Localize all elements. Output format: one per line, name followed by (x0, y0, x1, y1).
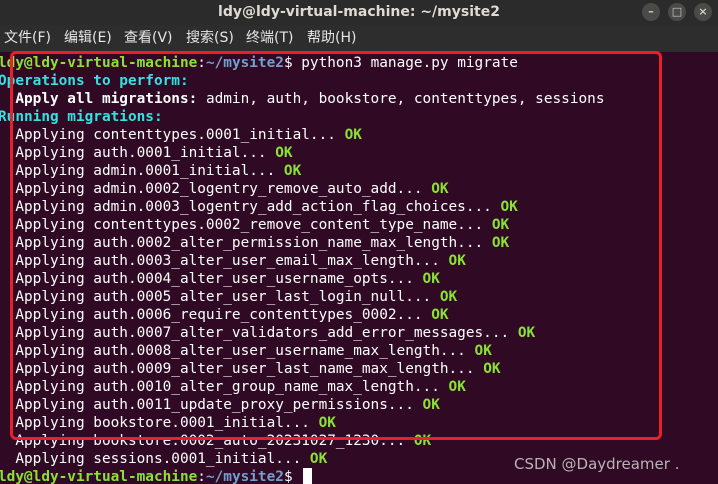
migration-text: Applying admin.0002_logentry_remove_auto… (0, 181, 423, 197)
migration-line: Applying auth.0005_alter_user_last_login… (0, 288, 457, 306)
menu-terminal[interactable]: 终端(T) (246, 25, 293, 52)
apply-all-apps: admin, auth, bookstore, contenttypes, se… (197, 91, 605, 107)
migration-text: Applying bookstore.0002_auto_20231027_12… (0, 433, 406, 449)
migration-text: Applying bookstore.0001_initial... (0, 415, 310, 431)
migration-line: Applying auth.0006_require_contenttypes_… (0, 306, 449, 324)
migration-status: OK (318, 415, 336, 431)
migration-text: Applying auth.0004_alter_user_username_o… (0, 271, 414, 287)
migration-status: OK (275, 145, 293, 161)
migration-text: Applying sessions.0001_initial... (0, 451, 302, 467)
migration-line: Applying auth.0002_alter_permission_name… (0, 234, 509, 252)
migration-text: Applying auth.0005_alter_user_last_login… (0, 289, 432, 305)
migration-status: OK (474, 343, 492, 359)
migration-status: OK (448, 253, 466, 269)
watermark: CSDN @Daydreamer . (514, 455, 680, 473)
migration-line: Applying bookstore.0002_auto_20231027_12… (0, 432, 431, 450)
migration-status: OK (422, 397, 440, 413)
migration-text: Applying contenttypes.0002_remove_conten… (0, 217, 484, 233)
minimize-icon[interactable]: – (642, 3, 660, 21)
menu-edit[interactable]: 编辑(E) (64, 25, 112, 52)
prompt-symbol: $ (283, 469, 293, 484)
migration-status: OK (439, 289, 458, 305)
migration-line: Applying auth.0009_alter_user_last_name_… (0, 360, 501, 378)
migration-status: OK (491, 217, 510, 233)
migration-line: Applying auth.0004_alter_user_username_o… (0, 270, 440, 288)
running-header: Running migrations: (0, 109, 163, 125)
migration-status: OK (431, 181, 449, 197)
prompt-symbol: $ (283, 55, 293, 71)
menu-view[interactable]: 查看(V) (124, 25, 173, 52)
migration-line: Applying bookstore.0001_initial... OK (0, 414, 336, 432)
migration-line: Applying contenttypes.0002_remove_conten… (0, 216, 509, 234)
migration-line: Applying admin.0002_logentry_remove_auto… (0, 180, 449, 198)
prompt-separator: : (197, 469, 206, 484)
text-cursor (303, 468, 313, 484)
migration-status: OK (491, 235, 510, 251)
migration-text: Applying auth.0009_alter_user_last_name_… (0, 361, 475, 377)
migration-status: OK (448, 379, 466, 395)
migration-text: Applying auth.0001_initial... (0, 145, 267, 161)
prompt-separator: : (197, 55, 206, 71)
menu-search[interactable]: 搜索(S) (186, 25, 234, 52)
migration-line: Applying admin.0003_logentry_add_action_… (0, 198, 518, 216)
migration-status: OK (309, 451, 328, 467)
migration-line: Applying auth.0008_alter_user_username_m… (0, 342, 492, 360)
migration-text: Applying auth.0006_require_contenttypes_… (0, 307, 423, 323)
migration-status: OK (422, 271, 440, 287)
migration-text: Applying contenttypes.0001_initial... (0, 127, 336, 143)
migration-text: Applying auth.0008_alter_user_username_m… (0, 343, 466, 359)
migration-line: Applying contenttypes.0001_initial... OK (0, 126, 362, 144)
migration-line: Applying admin.0001_initial... OK (0, 162, 301, 180)
apply-all-line: Apply all migrations: admin, auth, books… (0, 90, 604, 108)
menu-file[interactable]: 文件(F) (4, 25, 51, 52)
migration-line: Applying auth.0001_initial... OK (0, 144, 293, 162)
migration-status: OK (283, 163, 302, 179)
migration-text: Applying auth.0007_alter_validators_add_… (0, 325, 510, 341)
menu-bar: 文件(F) 编辑(E) 查看(V) 搜索(S) 终端(T) 帮助(H) (0, 25, 718, 52)
prompt-line: ldy@ldy-virtual-machine:~/mysite2$ (0, 468, 313, 484)
migration-text: Applying auth.0011_update_proxy_permissi… (0, 397, 414, 413)
close-icon[interactable]: × (694, 3, 712, 21)
migration-status: OK (517, 325, 536, 341)
migration-text: Applying auth.0010_alter_group_name_max_… (0, 379, 440, 395)
window-title: ldy@ldy-virtual-machine: ~/mysite2 (218, 4, 500, 20)
migration-text: Applying admin.0003_logentry_add_action_… (0, 199, 492, 215)
window-titlebar[interactable]: ldy@ldy-virtual-machine: ~/mysite2 – □ × (0, 0, 718, 25)
migration-status: OK (413, 433, 432, 449)
migration-text: Applying admin.0001_initial... (0, 163, 276, 179)
maximize-icon[interactable]: □ (668, 3, 686, 21)
migration-line: Applying auth.0010_alter_group_name_max_… (0, 378, 466, 396)
apply-all-label: Apply all migrations: (0, 91, 198, 107)
migration-status: OK (483, 361, 501, 377)
migration-line: Applying auth.0003_alter_user_email_max_… (0, 252, 466, 270)
command-line: ldy@ldy-virtual-machine:~/mysite2$ pytho… (0, 54, 518, 72)
menu-help[interactable]: 帮助(H) (307, 25, 356, 52)
migration-status: OK (431, 307, 449, 323)
prompt-path: ~/mysite2 (205, 55, 284, 71)
terminal-output[interactable]: ldy@ldy-virtual-machine:~/mysite2$ pytho… (0, 52, 718, 484)
migration-line: Applying auth.0007_alter_validators_add_… (0, 324, 535, 342)
operations-header: Operations to perform: (0, 73, 189, 89)
migration-status: OK (500, 199, 518, 215)
migration-text: Applying auth.0002_alter_permission_name… (0, 235, 484, 251)
migration-status: OK (344, 127, 362, 143)
prompt-path: ~/mysite2 (205, 469, 284, 484)
prompt-user-host: ldy@ldy-virtual-machine (0, 469, 198, 484)
migration-line: Applying sessions.0001_initial... OK (0, 450, 327, 468)
migration-line: Applying auth.0011_update_proxy_permissi… (0, 396, 440, 414)
prompt-user-host: ldy@ldy-virtual-machine (0, 55, 198, 71)
migration-text: Applying auth.0003_alter_user_email_max_… (0, 253, 440, 269)
command-text: python3 manage.py migrate (292, 55, 518, 71)
